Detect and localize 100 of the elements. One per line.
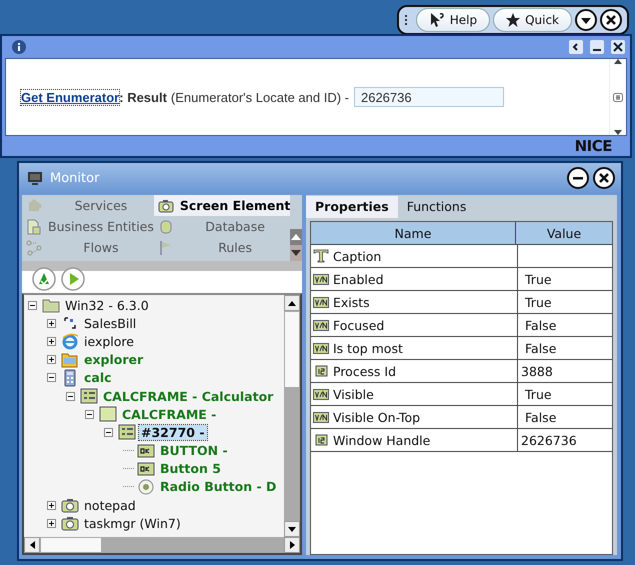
ok-button-icon	[137, 460, 155, 478]
scrollbar[interactable]	[609, 59, 626, 135]
tab[interactable]: Functions	[398, 196, 476, 218]
category-tab[interactable]: Flows	[22, 237, 154, 258]
property-value: False	[525, 340, 556, 356]
tree-item[interactable]: SalesBill	[82, 316, 138, 331]
tree-item[interactable]: #32770 -	[139, 424, 207, 440]
property-name: Is top most	[333, 340, 403, 356]
property-name: Process Id	[333, 364, 396, 378]
scrollbar[interactable]	[284, 295, 300, 537]
quick-button[interactable]: Quick	[493, 8, 572, 32]
tree-item[interactable]: iexplore	[82, 334, 136, 349]
tree-item[interactable]: taskmgr (Win7)	[82, 516, 183, 531]
tree-item[interactable]: Button 5	[158, 461, 223, 476]
tree-item[interactable]: Radio Button - D	[158, 479, 278, 494]
property-name: Visible	[333, 386, 374, 402]
property-value: 3888	[521, 364, 553, 378]
property-name: Window Handle	[333, 432, 430, 448]
text-type-icon	[313, 249, 329, 263]
result-field[interactable]: 2626736	[354, 87, 504, 107]
boolean-type-icon	[313, 272, 329, 286]
folder-icon	[61, 350, 79, 369]
result-description: (Enumerator's Locate and ID) -	[170, 90, 349, 104]
category-tab[interactable]: Screen Element	[154, 195, 290, 216]
camera-icon	[61, 514, 79, 532]
globe-icon	[61, 332, 79, 350]
doc-icon	[26, 218, 42, 234]
tree-item[interactable]: CALCFRAME - Calculator	[101, 388, 276, 404]
help-cursor-icon	[428, 12, 445, 28]
tree-item[interactable]: notepad	[82, 498, 138, 513]
property-value: False	[525, 318, 556, 332]
scroll-thumb-icon[interactable]	[613, 92, 623, 102]
radio-icon	[137, 478, 155, 496]
minimize-button[interactable]	[567, 167, 589, 189]
scroll-down-icon[interactable]	[288, 526, 296, 532]
close-button[interactable]	[611, 40, 625, 54]
collapse-button[interactable]	[569, 40, 583, 54]
boolean-type-icon	[313, 341, 329, 355]
tree-item[interactable]: calc	[82, 370, 114, 386]
expand-toggle[interactable]	[47, 500, 58, 510]
boolean-type-icon	[313, 387, 329, 401]
expand-toggle[interactable]	[47, 336, 58, 346]
boolean-type-icon	[313, 410, 329, 424]
monitor-icon	[27, 170, 43, 186]
expand-toggle[interactable]	[28, 300, 39, 310]
expand-toggle[interactable]	[47, 518, 58, 528]
close-button[interactable]	[600, 9, 622, 31]
play-button[interactable]	[61, 267, 85, 291]
category-tab[interactable]: Services	[22, 195, 154, 216]
expand-toggle[interactable]	[104, 428, 115, 437]
category-tab[interactable]: Rules	[154, 237, 290, 258]
property-name: Enabled	[333, 272, 384, 286]
property-value: True	[525, 294, 552, 310]
horizontal-scrollbar[interactable]	[24, 537, 300, 553]
scroll-up-icon[interactable]	[288, 300, 296, 306]
property-value: True	[525, 272, 552, 286]
number-type-icon	[313, 433, 329, 447]
category-tab[interactable]: Business Entities	[22, 216, 154, 237]
scroll-up-icon[interactable]	[614, 59, 622, 64]
info-icon	[11, 39, 27, 55]
number-type-icon	[313, 364, 329, 378]
scroll-down-icon[interactable]	[614, 130, 622, 135]
scroll-right-icon[interactable]	[290, 541, 294, 549]
scroll-down-button[interactable]	[290, 245, 302, 261]
column-header[interactable]: Name	[311, 222, 516, 244]
property-name: Focused	[333, 318, 384, 332]
up-arrow-icon	[290, 233, 302, 241]
expand-toggle[interactable]	[47, 355, 58, 364]
tab[interactable]: Properties	[306, 196, 398, 218]
scroll-left-icon[interactable]	[30, 541, 34, 549]
category-tab[interactable]: Database	[154, 216, 290, 237]
tree-item[interactable]: explorer	[82, 352, 146, 368]
expand-toggle[interactable]	[85, 410, 96, 419]
column-header[interactable]: Value	[516, 222, 612, 244]
property-name: Caption	[333, 248, 382, 264]
boolean-type-icon	[313, 295, 329, 309]
close-icon	[613, 42, 623, 52]
get-enumerator-link[interactable]: Get Enumerator	[21, 90, 120, 104]
expand-toggle[interactable]	[66, 392, 77, 401]
puzzle-icon	[26, 198, 42, 214]
dropdown-button[interactable]	[575, 9, 597, 31]
scroll-up-button[interactable]	[290, 229, 302, 245]
tree-item[interactable]: Win32 - 6.3.0	[63, 298, 151, 313]
help-button[interactable]: Help	[416, 8, 490, 32]
tree-item[interactable]: CALCFRAME -	[120, 406, 218, 422]
close-button[interactable]	[593, 167, 615, 189]
form-icon	[80, 387, 98, 406]
property-name: Visible On-Top	[333, 410, 420, 424]
camera-icon	[61, 496, 79, 514]
minimize-icon	[593, 49, 601, 51]
minimize-button[interactable]	[590, 40, 604, 54]
db-icon	[158, 218, 174, 234]
refresh-button[interactable]	[32, 267, 56, 291]
tree-item[interactable]: BUTTON -	[158, 443, 230, 458]
flow-icon	[26, 240, 42, 256]
expand-toggle[interactable]	[47, 373, 58, 382]
window-title: Monitor	[50, 170, 100, 186]
boolean-type-icon	[313, 318, 329, 332]
expand-toggle[interactable]	[47, 318, 58, 328]
ok-button-icon	[137, 442, 155, 460]
